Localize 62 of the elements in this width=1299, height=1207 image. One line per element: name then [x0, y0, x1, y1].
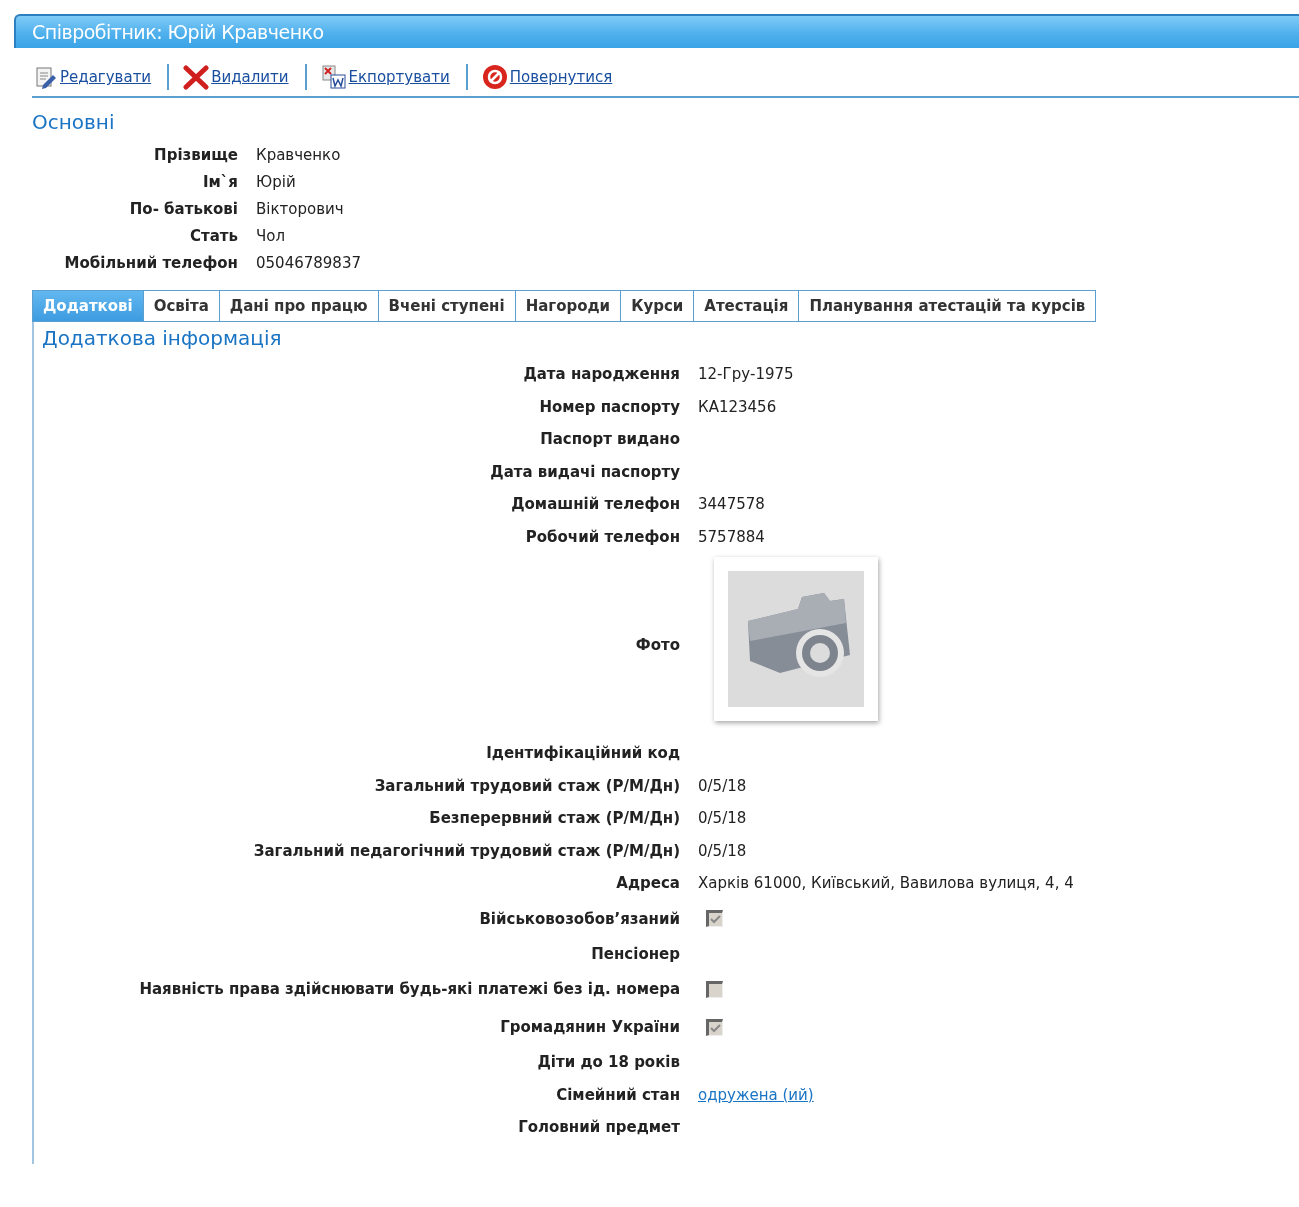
- toolbar-link[interactable]: Видалити: [167, 64, 305, 90]
- field-label: Безперервний стаж (Р/М/Дн): [429, 809, 680, 828]
- checkbox[interactable]: [706, 910, 723, 927]
- field-label: Військовозобов’язаний: [479, 909, 680, 928]
- field-value: Юрій: [256, 173, 297, 191]
- tab[interactable]: Планування атестацій та курсів: [799, 290, 1097, 322]
- checkmark-icon: [709, 1021, 722, 1035]
- field-label: Дата народження: [523, 365, 680, 384]
- field-label: Громадянин України: [500, 1018, 680, 1036]
- field-label: Домашній телефон: [511, 495, 680, 514]
- field-label: Номер паспорту: [539, 397, 680, 416]
- field-value: Харків 61000, Київський, Вавилова вулиця, 4, 4: [698, 874, 1074, 893]
- field-label: Діти до 18 років: [537, 1053, 680, 1072]
- field-value: 05046789837: [256, 254, 361, 272]
- tab[interactable]: Курси: [621, 290, 695, 322]
- field-value: КА123456: [698, 397, 777, 416]
- field-label: Ім`я: [202, 173, 238, 191]
- field-label: Наявність права здійснювати будь-які платежі без ід. номера: [139, 980, 680, 998]
- delete-x-icon: [183, 64, 210, 90]
- field-value: 5757884: [698, 527, 765, 546]
- section-heading: Основні: [32, 110, 116, 134]
- checkbox[interactable]: [706, 980, 723, 998]
- field-label: Сімейний стан: [556, 1085, 680, 1104]
- field-label: Пенсіонер: [591, 944, 680, 963]
- field-label: Робочий телефон: [525, 527, 680, 546]
- field-label: Паспорт видано: [540, 430, 680, 449]
- field-label: Мобільний телефон: [63, 254, 238, 272]
- toolbar-link[interactable]: Редагувати: [32, 65, 168, 89]
- field-label: Фото: [635, 636, 680, 654]
- field-label: Ідентифікаційний код: [486, 744, 680, 763]
- export-document-icon: [320, 64, 347, 90]
- checkbox[interactable]: [706, 1018, 723, 1036]
- camera-icon: [728, 571, 864, 707]
- field-label: Загальний педагогічний трудовий стаж (Р/М/Дн): [253, 841, 680, 860]
- document-pencil-icon: [34, 65, 58, 89]
- tab[interactable]: Нагороди: [515, 290, 622, 322]
- field-label: Головний предмет: [518, 1118, 680, 1137]
- field-value: 3447578: [698, 495, 765, 514]
- tab[interactable]: Освіта: [143, 290, 220, 322]
- field-value: Кравченко: [256, 146, 342, 164]
- field-value: 0/5/18: [698, 809, 747, 828]
- tab[interactable]: Вчені ступені: [378, 290, 516, 322]
- window-title: Співробітник: Юрій Кравченко: [32, 21, 324, 43]
- section-heading: Додаткова інформація: [42, 326, 283, 350]
- marital-status-link[interactable]: одружена (ий): [698, 1085, 814, 1104]
- field-label: Дата видачі паспорту: [490, 462, 680, 481]
- field-label: Загальний трудовий стаж (Р/М/Дн): [374, 776, 680, 795]
- toolbar-link[interactable]: Екпортувати: [304, 64, 466, 90]
- field-value: Чол: [256, 227, 287, 245]
- field-label: Прізвище: [153, 146, 238, 164]
- field-value: Вікторович: [256, 200, 345, 218]
- toolbar-link[interactable]: Повернутися: [465, 64, 629, 90]
- prohibited-icon: [481, 64, 508, 90]
- field-label: Стать: [189, 227, 238, 245]
- tab[interactable]: Атестація: [694, 290, 800, 322]
- field-value: 0/5/18: [698, 776, 747, 795]
- tab[interactable]: Дані про працю: [219, 290, 379, 322]
- checkmark-icon: [709, 913, 722, 926]
- field-label: Адреса: [616, 874, 680, 893]
- field-label: По- батькові: [128, 200, 238, 218]
- field-value: 12-Гру-1975: [698, 365, 794, 384]
- field-value: 0/5/18: [698, 841, 747, 860]
